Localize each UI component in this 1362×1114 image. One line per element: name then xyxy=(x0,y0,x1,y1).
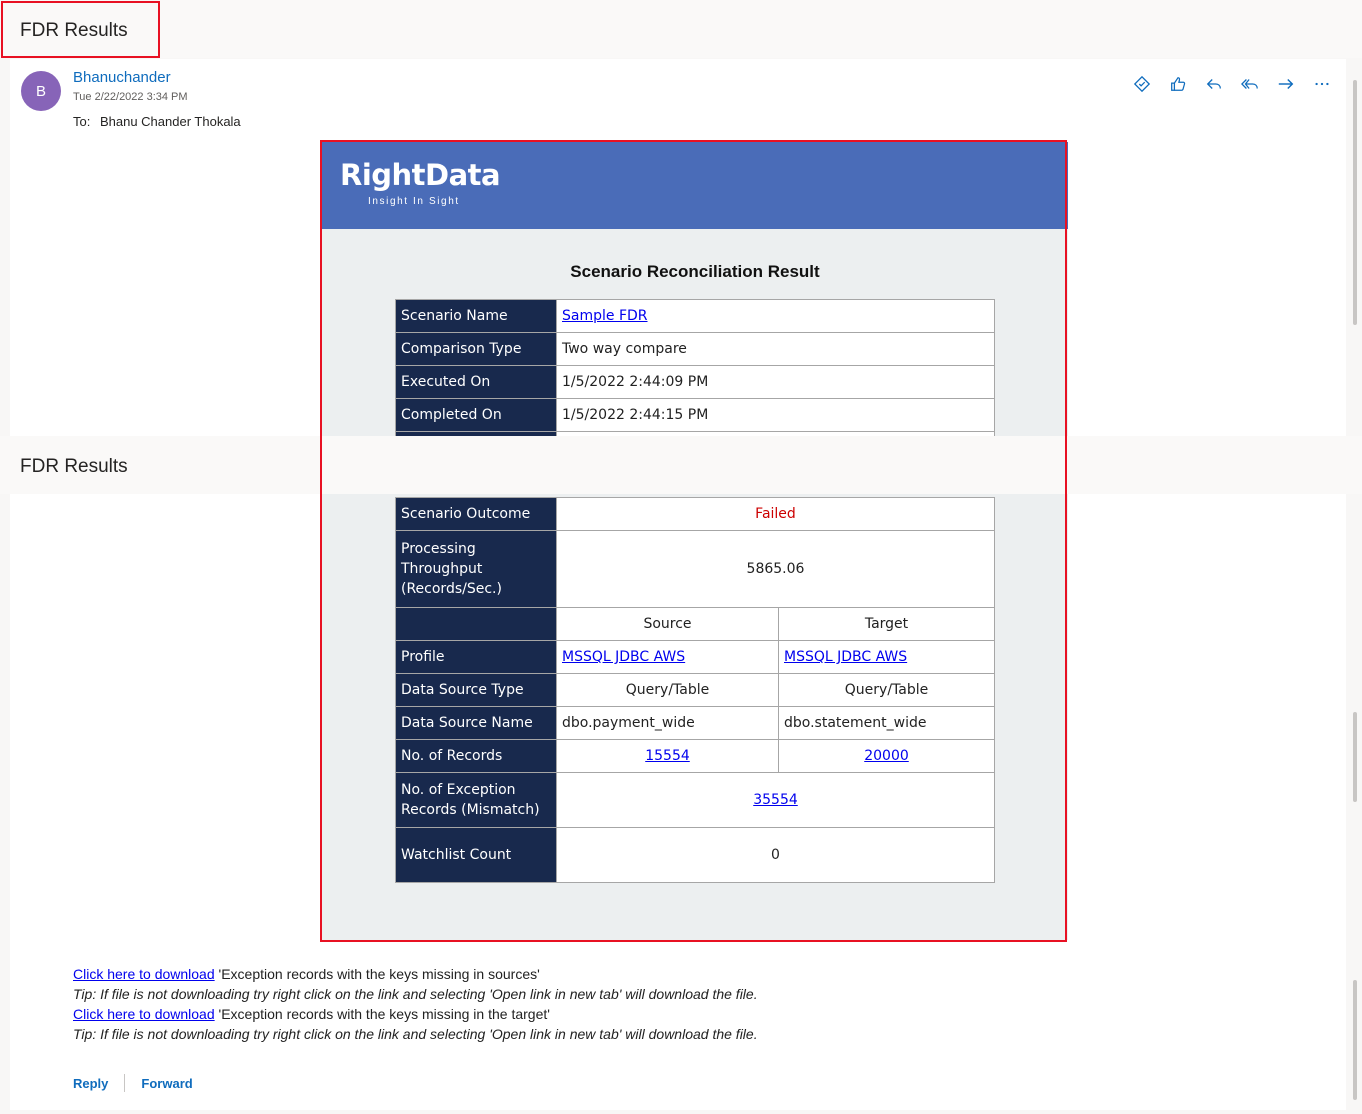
source-ds-type: Query/Table xyxy=(556,673,779,707)
reply-icon[interactable] xyxy=(1196,74,1232,94)
watchlist-value: 0 xyxy=(556,827,995,883)
outcome-label: Scenario Outcome xyxy=(395,497,557,531)
scenario-name-cell: Sample FDR xyxy=(556,299,995,333)
comparison-type-label: Comparison Type xyxy=(395,332,557,366)
source-records-cell: 15554 xyxy=(556,739,779,773)
scrollbar[interactable] xyxy=(1353,980,1357,1100)
table-row: Source Target xyxy=(395,607,995,641)
subject-bar: FDR Results xyxy=(0,436,1362,494)
exception-label: No. of Exception Records (Mismatch) xyxy=(395,772,557,828)
download-target-desc: 'Exception records with the keys missing… xyxy=(214,1006,550,1022)
reply-button[interactable]: Reply xyxy=(73,1076,108,1091)
blank-header xyxy=(395,607,557,641)
download-sources-link[interactable]: Click here to download xyxy=(73,966,215,982)
sender-name[interactable]: Bhanuchander xyxy=(73,69,171,86)
source-header: Source xyxy=(556,607,779,641)
scrollbar[interactable] xyxy=(1353,712,1357,802)
exception-cell: 35554 xyxy=(556,772,995,828)
target-profile-link[interactable]: MSSQL JDBC AWS xyxy=(784,649,907,665)
scenario-name-link[interactable]: Sample FDR xyxy=(562,308,648,324)
throughput-label: Processing Throughput (Records/Sec.) xyxy=(395,530,557,608)
comparison-type-value: Two way compare xyxy=(556,332,995,366)
table-row: Scenario Outcome Failed xyxy=(395,497,995,531)
more-icon[interactable] xyxy=(1304,74,1340,94)
subject-highlight xyxy=(1,1,160,58)
target-ds-name: dbo.statement_wide xyxy=(778,706,995,740)
target-records-cell: 20000 xyxy=(778,739,995,773)
completed-on-value: 1/5/2022 2:44:15 PM xyxy=(556,398,995,432)
target-ds-type: Query/Table xyxy=(778,673,995,707)
table-row: Executed On 1/5/2022 2:44:09 PM xyxy=(395,365,995,399)
report-banner: RightData Insight In Sight xyxy=(322,142,1068,229)
target-profile-cell: MSSQL JDBC AWS xyxy=(778,640,995,674)
source-profile-cell: MSSQL JDBC AWS xyxy=(556,640,779,674)
table-row: Scenario Name Sample FDR xyxy=(395,299,995,333)
footer-actions: Reply Forward xyxy=(73,1074,193,1092)
target-records-link[interactable]: 20000 xyxy=(864,748,909,764)
executed-on-label: Executed On xyxy=(395,365,557,399)
records-label: No. of Records xyxy=(395,739,557,773)
table-row: Data Source Type Query/Table Query/Table xyxy=(395,673,995,707)
avatar[interactable]: B xyxy=(21,71,61,111)
source-records-link[interactable]: 15554 xyxy=(645,748,690,764)
scrollbar[interactable] xyxy=(1353,80,1357,325)
table-row: No. of Records 15554 20000 xyxy=(395,739,995,773)
download-tip: Tip: If file is not downloading try righ… xyxy=(73,986,758,1002)
message-date: Tue 2/22/2022 3:34 PM xyxy=(73,91,188,103)
executed-on-value: 1/5/2022 2:44:09 PM xyxy=(556,365,995,399)
result-table-bottom: Scenario Outcome Failed Processing Throu… xyxy=(395,497,995,883)
download-sources-desc: 'Exception records with the keys missing… xyxy=(214,966,540,982)
table-row: Comparison Type Two way compare xyxy=(395,332,995,366)
download-section: Click here to download 'Exception record… xyxy=(73,964,758,1044)
download-tip: Tip: If file is not downloading try righ… xyxy=(73,1026,758,1042)
table-row: Profile MSSQL JDBC AWS MSSQL JDBC AWS xyxy=(395,640,995,674)
forward-icon[interactable] xyxy=(1268,74,1304,94)
download-line: Click here to download 'Exception record… xyxy=(73,964,758,984)
like-icon[interactable] xyxy=(1160,74,1196,94)
table-row: No. of Exception Records (Mismatch) 3555… xyxy=(395,772,995,828)
ds-type-label: Data Source Type xyxy=(395,673,557,707)
outcome-value: Failed xyxy=(556,497,995,531)
download-line: Click here to download 'Exception record… xyxy=(73,1004,758,1024)
table-row: Watchlist Count 0 xyxy=(395,827,995,883)
exception-records-link[interactable]: 35554 xyxy=(753,792,798,808)
subject-bar: FDR Results xyxy=(0,0,1362,58)
message-actions xyxy=(1124,74,1340,94)
source-profile-link[interactable]: MSSQL JDBC AWS xyxy=(562,649,685,665)
subject-title: FDR Results xyxy=(20,456,128,477)
divider xyxy=(124,1074,126,1092)
rightdata-logo: RightData Insight In Sight xyxy=(340,158,501,207)
ds-name-label: Data Source Name xyxy=(395,706,557,740)
target-header: Target xyxy=(778,607,995,641)
table-row: Processing Throughput (Records/Sec.) 586… xyxy=(395,530,995,608)
profile-label: Profile xyxy=(395,640,557,674)
table-row: Data Source Name dbo.payment_wide dbo.st… xyxy=(395,706,995,740)
immersive-reader-icon[interactable] xyxy=(1124,74,1160,94)
reply-all-icon[interactable] xyxy=(1232,74,1268,94)
source-ds-name: dbo.payment_wide xyxy=(556,706,779,740)
recipient-name[interactable]: Bhanu Chander Thokala xyxy=(100,114,241,129)
to-label: To: xyxy=(73,114,91,129)
recipient-line: To: Bhanu Chander Thokala xyxy=(73,114,241,129)
throughput-value: 5865.06 xyxy=(556,530,995,608)
download-target-link[interactable]: Click here to download xyxy=(73,1006,215,1022)
forward-button[interactable]: Forward xyxy=(141,1076,192,1091)
report-title: Scenario Reconciliation Result xyxy=(570,262,820,281)
table-row: Completed On 1/5/2022 2:44:15 PM xyxy=(395,398,995,432)
scenario-name-label: Scenario Name xyxy=(395,299,557,333)
watchlist-label: Watchlist Count xyxy=(395,827,557,883)
completed-on-label: Completed On xyxy=(395,398,557,432)
